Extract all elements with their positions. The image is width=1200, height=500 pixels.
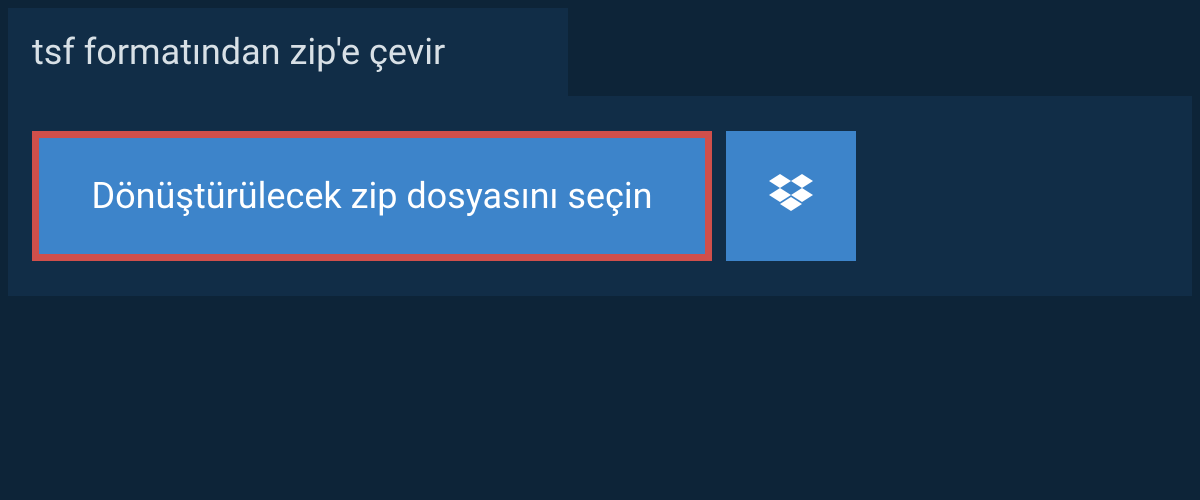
tab-header: tsf formatından zip'e çevir [8, 8, 568, 96]
select-file-button[interactable]: Dönüştürülecek zip dosyasını seçin [32, 131, 712, 261]
page-title: tsf formatından zip'e çevir [32, 31, 445, 73]
dropbox-icon [769, 174, 813, 218]
upload-panel: Dönüştürülecek zip dosyasını seçin [8, 96, 1192, 296]
select-file-button-label: Dönüştürülecek zip dosyasını seçin [92, 175, 653, 217]
dropbox-upload-button[interactable] [726, 131, 856, 261]
